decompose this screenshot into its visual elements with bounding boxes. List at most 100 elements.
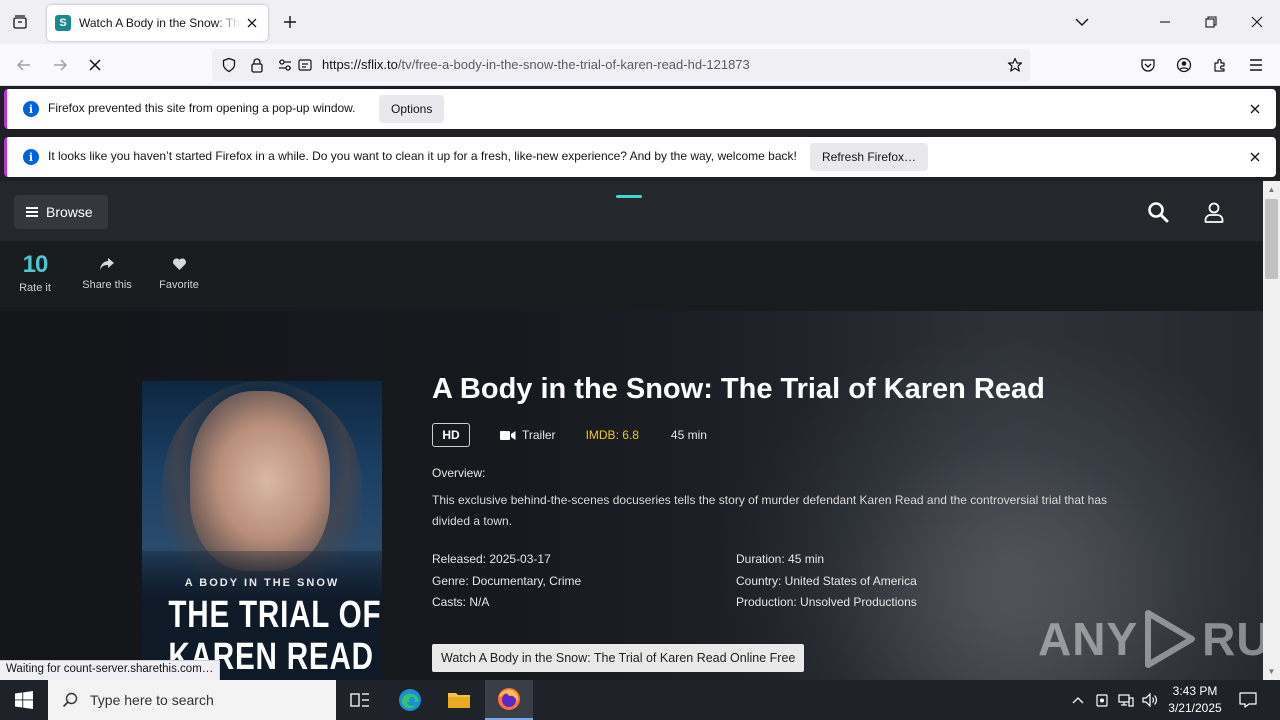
poster-title-line1: THE TRIAL OF	[168, 594, 382, 636]
browse-button[interactable]: Browse	[14, 195, 108, 229]
share-icon	[67, 257, 147, 273]
overview-text: This exclusive behind-the-scenes docuser…	[432, 493, 1108, 528]
share-button[interactable]: Share this	[67, 241, 147, 311]
duration: Duration: 45 min	[736, 552, 825, 566]
site-favicon-icon: S	[55, 15, 71, 31]
show-hidden-icons-chevron-icon[interactable]	[1068, 680, 1088, 720]
scroll-down-icon[interactable]: ▼	[1267, 667, 1276, 676]
windows-taskbar: Type here to search 3:43 PM 3/21/2025	[0, 680, 1280, 720]
watch-online-button[interactable]: Watch A Body in the Snow: The Trial of K…	[432, 644, 805, 672]
movie-actions-bar: 10 Rate it Share this Favorite	[0, 241, 1263, 311]
volume-icon[interactable]	[1140, 680, 1160, 720]
site-header: Browse	[0, 181, 1263, 241]
search-icon[interactable]	[1146, 200, 1170, 224]
info-icon: i	[23, 101, 39, 117]
duration-short: 45 min	[670, 428, 707, 442]
site-logo[interactable]	[616, 195, 642, 198]
app-menu-icon[interactable]	[1243, 52, 1269, 78]
menu-icon	[26, 207, 38, 217]
country: Country: United States of America	[736, 573, 917, 588]
options-button[interactable]: Options	[379, 95, 445, 123]
close-notice-icon[interactable]	[1247, 101, 1263, 117]
trailer-label: Trailer	[522, 428, 556, 442]
new-tab-icon[interactable]	[280, 12, 300, 32]
tracking-protection-shield-icon[interactable]	[220, 56, 238, 74]
casts: Casts: N/A	[432, 595, 490, 609]
production: Production: Unsolved Productions	[736, 595, 917, 609]
facts-left: Released: 2025-03-17 Genre: Documentary,…	[432, 549, 581, 614]
genre: Genre: Documentary, Crime	[432, 573, 582, 588]
edge-browser-icon[interactable]	[386, 680, 434, 720]
notice-text: Firefox prevented this site from opening…	[48, 101, 356, 115]
close-notice-icon[interactable]	[1247, 149, 1263, 165]
firefox-taskbar-icon[interactable]	[485, 680, 533, 720]
notice-text: It looks like you haven’t started Firefo…	[48, 149, 797, 163]
stop-loading-icon[interactable]	[82, 52, 108, 78]
navigation-toolbar: https://sflix.to/tv/free-a-body-in-the-s…	[0, 44, 1280, 86]
file-explorer-icon[interactable]	[435, 680, 483, 720]
tab-list-icon[interactable]	[8, 10, 32, 34]
quality-badge: HD	[432, 423, 470, 447]
task-view-icon[interactable]	[336, 680, 384, 720]
movie-detail-hero: A BODY IN THE SNOW THE TRIAL OF KAREN RE…	[0, 311, 1263, 680]
status-panel: Waiting for count-server.sharethis.com…	[0, 660, 221, 680]
movie-meta-row: HD Trailer IMDB: 6.8 45 min	[432, 423, 707, 447]
extensions-icon[interactable]	[1207, 52, 1233, 78]
back-icon[interactable]	[11, 52, 37, 78]
imdb-rating: IMDB: 6.8	[585, 428, 639, 442]
list-all-tabs-icon[interactable]	[1072, 12, 1092, 32]
url-text: https://sflix.to/tv/free-a-body-in-the-s…	[322, 57, 750, 72]
scroll-up-icon[interactable]: ▲	[1267, 185, 1276, 194]
minimize-icon[interactable]	[1142, 0, 1188, 44]
web-page: Browse 10 Rate it Share this Favorite A …	[0, 181, 1263, 680]
search-placeholder: Type here to search	[90, 692, 214, 708]
info-icon: i	[23, 149, 39, 165]
favorite-label: Favorite	[159, 279, 199, 291]
account-icon[interactable]	[1171, 52, 1197, 78]
rate-it-button[interactable]: 10 Rate it	[0, 241, 75, 311]
refresh-firefox-notice: i It looks like you haven’t started Fire…	[4, 137, 1276, 177]
bookmark-star-icon[interactable]	[1006, 56, 1024, 74]
facts-right: Duration: 45 min Country: United States …	[736, 549, 917, 614]
movie-title: A Body in the Snow: The Trial of Karen R…	[432, 373, 1045, 405]
poster-subtitle: A BODY IN THE SNOW	[184, 577, 340, 589]
lock-icon[interactable]	[248, 56, 266, 74]
taskbar-clock[interactable]: 3:43 PM 3/21/2025	[1160, 683, 1230, 717]
tab-title: Watch A Body in the Snow: The Trial of K…	[79, 16, 240, 30]
tab-bar: S Watch A Body in the Snow: The Trial of…	[0, 0, 1280, 44]
active-tab[interactable]: S Watch A Body in the Snow: The Trial of…	[47, 5, 268, 41]
watermark-left: ANY	[1038, 613, 1139, 665]
search-icon	[62, 692, 78, 708]
user-icon[interactable]	[1202, 200, 1226, 224]
notifications-icon[interactable]	[1236, 680, 1260, 720]
refresh-firefox-button[interactable]: Refresh Firefox…	[810, 143, 929, 171]
popup-blocked-notice: i Firefox prevented this site from openi…	[4, 89, 1276, 129]
taskbar-search-box[interactable]: Type here to search	[48, 680, 336, 720]
clock-date: 3/21/2025	[1168, 701, 1222, 715]
scroll-thumb[interactable]	[1265, 199, 1278, 279]
heart-icon	[139, 257, 219, 273]
anyrun-watermark: ANY RUN	[1038, 609, 1263, 669]
forward-icon[interactable]	[47, 52, 73, 78]
restore-icon[interactable]	[1188, 0, 1234, 44]
page-scrollbar[interactable]: ▲ ▼	[1263, 181, 1280, 680]
reader-view-icon[interactable]	[296, 56, 314, 74]
video-camera-icon	[500, 430, 516, 440]
permissions-icon[interactable]	[276, 56, 294, 74]
pocket-icon[interactable]	[1135, 52, 1161, 78]
browse-label: Browse	[46, 204, 93, 220]
rate-label: Rate it	[19, 282, 51, 294]
windows-start-icon[interactable]	[0, 680, 48, 720]
close-window-icon[interactable]	[1234, 0, 1280, 44]
favorite-button[interactable]: Favorite	[139, 241, 219, 311]
network-icon[interactable]	[1116, 680, 1136, 720]
rating-value: 10	[22, 251, 49, 278]
released-date: Released: 2025-03-17	[432, 552, 551, 566]
movie-poster: A BODY IN THE SNOW THE TRIAL OF KAREN RE…	[142, 381, 382, 680]
address-bar[interactable]: https://sflix.to/tv/free-a-body-in-the-s…	[212, 49, 1030, 81]
clock-time: 3:43 PM	[1172, 684, 1218, 698]
tab-close-icon[interactable]	[244, 15, 260, 31]
trailer-button[interactable]: Trailer	[500, 428, 556, 442]
defender-shield-icon[interactable]	[1092, 680, 1112, 720]
play-logo-icon	[1145, 610, 1196, 668]
